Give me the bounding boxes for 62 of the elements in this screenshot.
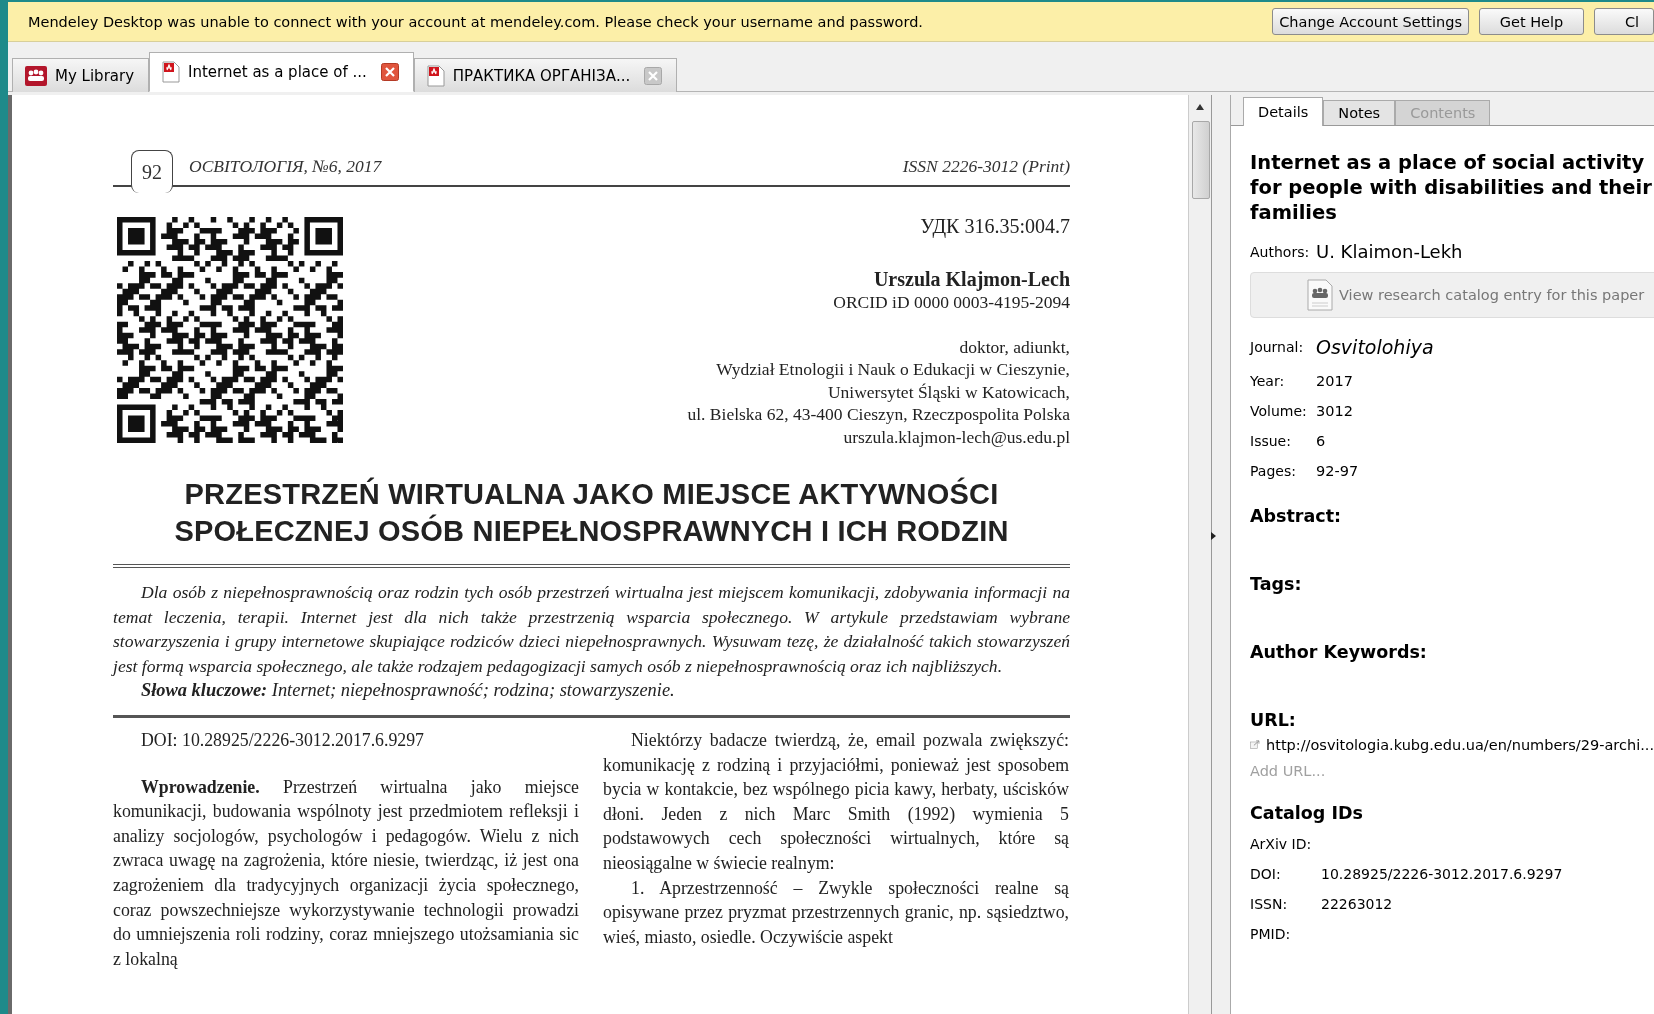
document-tab[interactable]: ПРАКТИКА ОРГАНІЗА... <box>413 58 678 92</box>
body-paragraph: Wprowadzenie. Przestrzeń wirtualna jako miejsce komunikacji, budowania wspólnoty jest przedmiotem refleksji i analizy socjologów, psychologów i pedagogów. Wielu z nich zwraca uwagę na zagrożenia, które niesie, twierdząc, iż jest ona zagrożeniem dla tradycyjnych organizacji życia społecznego, coraz powszechniejsze wykorzystywanie technologii prowadzi do umniejszenia roli rodziny, coraz mniejszego utożsamiania sic z lokalną <box>113 775 579 971</box>
scroll-up-icon[interactable] <box>1195 103 1205 111</box>
url-link[interactable]: http://osvitologia.kubg.edu.ua/en/numbers/29-archi... <box>1266 736 1654 753</box>
field-value[interactable]: 2017 <box>1316 373 1353 389</box>
panel-tab[interactable]: Details <box>1243 97 1324 126</box>
affiliation-line: ul. Bielska 62, 43-400 Cieszyn, Rzeczpospolita Polska <box>686 403 1070 426</box>
field-label: Journal: <box>1250 339 1305 355</box>
article-title-line: SPOŁECZNEJ OSÓB NIEPEŁNOSPRAWNYCH I ICH RODZIN <box>173 513 1010 549</box>
close-icon[interactable] <box>380 63 399 81</box>
document-tab[interactable]: Internet as a place of ... <box>149 52 414 92</box>
document-icon <box>1307 279 1333 311</box>
section-heading: Tags: <box>1250 574 1303 594</box>
field-value[interactable]: 22263012 <box>1321 896 1393 912</box>
pdf-file-icon <box>426 64 445 87</box>
journal-header: ОСВІТОЛОГІЯ, №6, 2017 <box>189 156 383 178</box>
article-title-line: PRZESTRZEŃ WIRTUALNA JAKO MIEJSCE AKTYWNOŚCI <box>183 476 1000 512</box>
document-tab[interactable]: My Library <box>12 58 150 92</box>
section-heading: Author Keywords: <box>1250 642 1428 662</box>
keywords-line: Słowa kluczowe: Internet; niepełnosprawność; rodzina; stowarzyszenie. <box>113 678 1070 718</box>
body-paragraph: 1. Aprzestrzenność – Zwykle społeczności realne są opisywane przez pryzmat przestrzennych granic, np. sąsiedztwo, wieś, miasto, osiedle. Oczywiście aspekt <box>603 876 1069 949</box>
logo-icon <box>25 65 47 86</box>
field-label: Pages: <box>1250 463 1297 479</box>
section-heading: Abstract: <box>1250 506 1343 526</box>
field-value[interactable]: 6 <box>1316 433 1326 449</box>
field-label: ArXiv ID: <box>1250 836 1313 852</box>
section-heading: Catalog IDs <box>1250 803 1364 823</box>
field-label: DOI: <box>1250 866 1282 882</box>
catalog-entry-button[interactable]: View research catalog entry for this paper <box>1250 272 1654 318</box>
field-label: Year: <box>1250 373 1286 389</box>
pdf-file-icon <box>162 61 181 83</box>
affiliation-line: Wydział Etnologii i Nauk o Edukacji w Cieszynie, <box>715 358 1070 381</box>
panel-tab[interactable]: Notes <box>1323 100 1396 125</box>
affiliation-line: doktor, adiunkt, <box>958 335 1070 358</box>
page-number: 92 <box>131 150 173 193</box>
field-label: Issue: <box>1250 433 1292 449</box>
notice-button[interactable]: Cl <box>1594 8 1654 35</box>
author-name: Urszula Klajmon-Lech <box>872 268 1070 291</box>
udc-code: УДК 316.35:004.7 <box>919 215 1070 238</box>
connection-warning-message: Mendeley Desktop was unable to connect with your account at mendeley.com. Please check your username and password. <box>28 13 924 30</box>
field-value[interactable]: 92-97 <box>1316 463 1359 479</box>
field-value[interactable]: 10.28925/2226-3012.2017.6.9297 <box>1321 866 1563 882</box>
orcid-id: ORCID iD 0000 0003-4195-2094 <box>832 291 1070 314</box>
field-label: ISSN: <box>1250 896 1289 912</box>
authors-value[interactable]: U. Klaimon-Lekh <box>1316 241 1463 262</box>
document-title: Internet as a place of social activity for people with disabilities and their families <box>1250 150 1653 225</box>
scrollbar-thumb[interactable] <box>1192 121 1210 199</box>
field-value[interactable]: 3012 <box>1316 403 1353 419</box>
affiliation-line: urszula.klajmon-lech@us.edu.pl <box>842 425 1070 448</box>
notice-button[interactable]: Change Account Settings <box>1272 8 1469 35</box>
field-label: Volume: <box>1250 403 1308 419</box>
issn-header: ISSN 2226-3012 (Print) <box>902 156 1070 178</box>
field-value[interactable]: Osvitolohiya <box>1316 336 1434 358</box>
collapse-arrow-icon[interactable] <box>1211 532 1216 540</box>
body-paragraph: Niektórzy badacze twierdzą, że, email pozwala zwiększyć: komunikację z rodziną i przyjaciółmi, ponieważ jest sposobem bycia w kontakcie, bez wspólnego picia kawy, herbaty, uścisków dłoni. Jeden z nich Marc Smith (1992) wymienia 5 podstawowych cech społeczności wirtualnych, które są nieosiągalne w świecie realnym: <box>603 728 1069 875</box>
notice-button[interactable]: Get Help <box>1479 8 1584 35</box>
section-heading: URL: <box>1250 710 1297 730</box>
field-label: Authors: <box>1250 243 1311 260</box>
abstract-paragraph: Dla osób z niepełnosprawnością oraz rodzin tych osób przestrzeń wirtualna jest miejscem komunikacji, zdobywania informacji na temat leczenia, terapii. Internet jest dla nich także przestrzenią wsparcia społecznego. W artykule przedstawiam wybrane stowarzyszenia i grupy internetowe skupiające rodziców dzieci niepełnosprawnych. Wysuwam tezę, że działalność takich stowarzyszeń jest formą wsparcia społecznego, ale także rodzajem pedagogizacji samych osób z niepełnosprawnością oraz ich najbliższych. <box>113 581 1070 678</box>
affiliation-line: Uniwersytet Śląski w Katowicach, <box>826 380 1070 403</box>
doi-line: DOI: 10.28925/2226-3012.2017.6.9297 <box>140 728 425 752</box>
field-label: PMID: <box>1250 926 1292 942</box>
